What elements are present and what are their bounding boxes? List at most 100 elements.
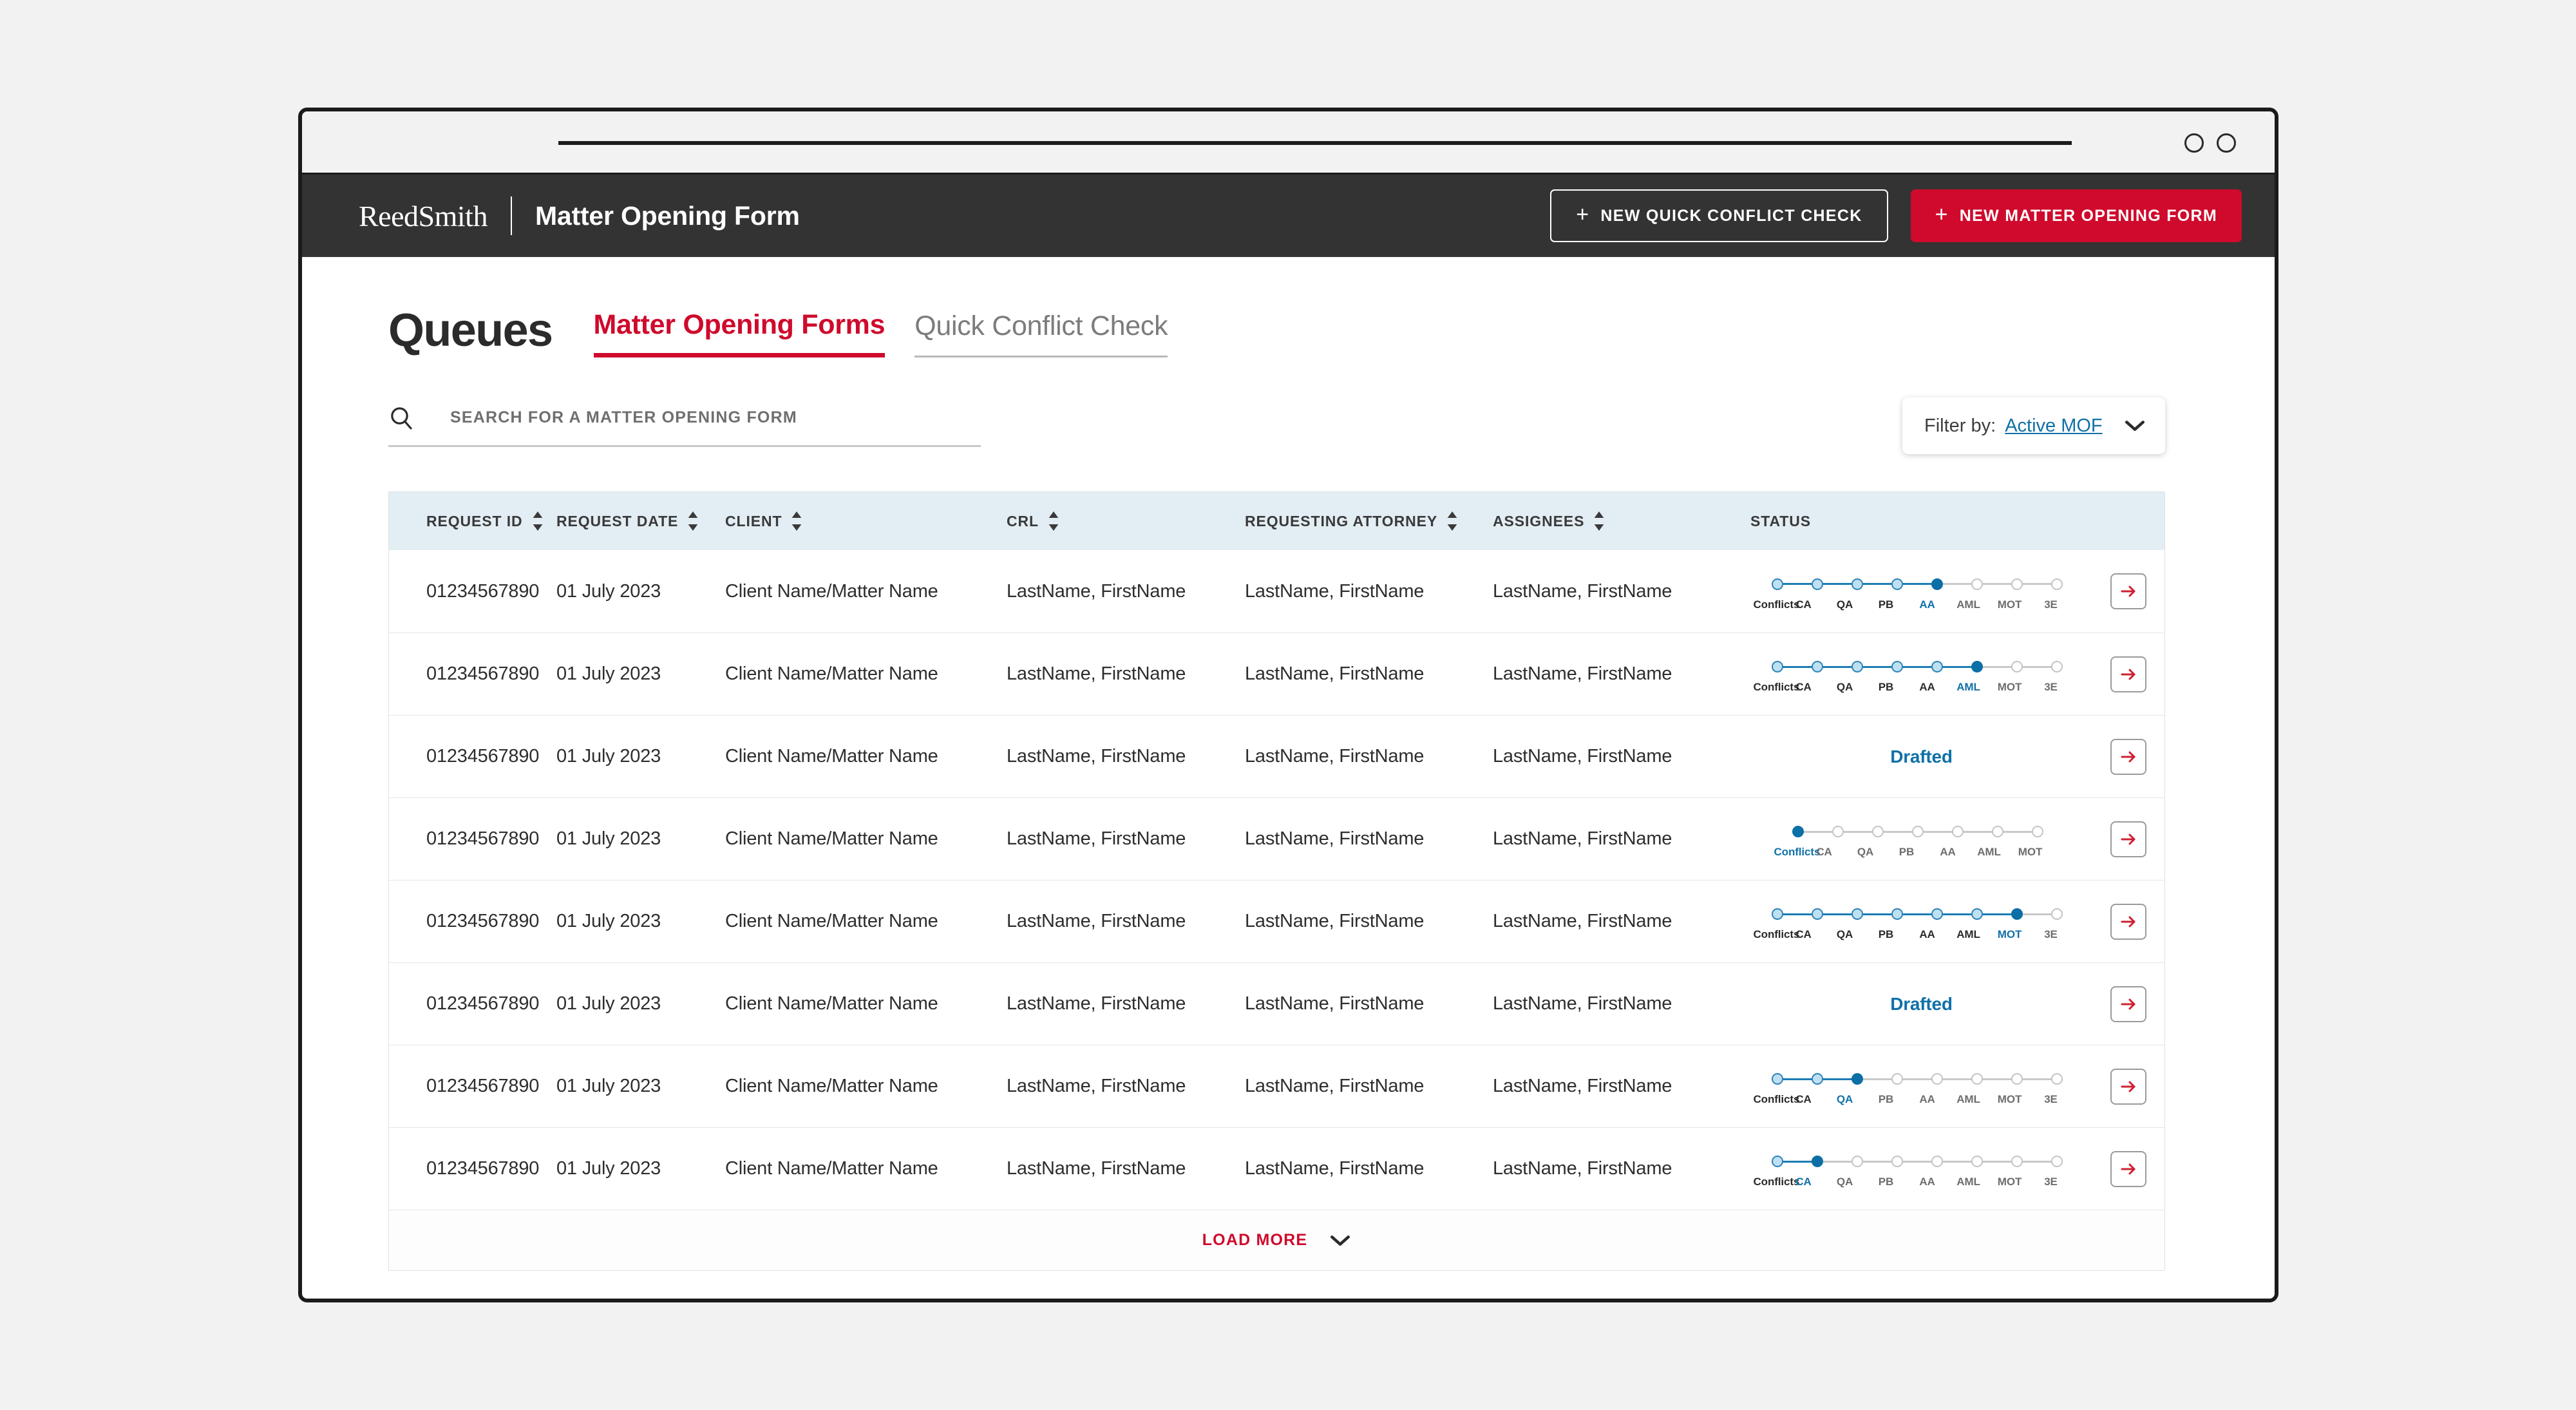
table-row[interactable]: 01234567890 01 July 2023 Client Name/Matte… [389, 633, 2164, 715]
stepper-dot-pb[interactable] [1891, 661, 1903, 672]
stepper-dot-aa[interactable] [1931, 1156, 1943, 1167]
tab-matter-opening-forms[interactable]: Matter Opening Forms [593, 311, 886, 357]
stepper-dot-aa[interactable] [1951, 826, 1964, 837]
window-control-circle-1[interactable] [2184, 133, 2204, 153]
open-row-button[interactable] [2110, 986, 2146, 1022]
stepper-dot-pb[interactable] [1891, 1156, 1903, 1167]
stepper-dot-3e[interactable] [2050, 1073, 2063, 1085]
tab-quick-conflict-check[interactable]: Quick Conflict Check [914, 312, 1168, 357]
table-row[interactable]: 01234567890 01 July 2023 Client Name/Matte… [389, 1045, 2164, 1127]
stepper-dot-aml[interactable] [1971, 1073, 1983, 1085]
stepper-connector [2022, 1078, 2052, 1080]
stepper-dot-3e[interactable] [2050, 578, 2063, 590]
filter-value[interactable]: Active MOF [2005, 415, 2102, 437]
open-row-button[interactable] [2110, 738, 2146, 775]
sort-icon[interactable] [1048, 511, 1059, 531]
sort-icon[interactable] [1593, 511, 1605, 531]
stepper-label-mot: MOT [1997, 928, 2022, 940]
column-header-label: ASSIGNEES [1493, 512, 1585, 529]
column-header-request-id[interactable]: REQUEST ID [389, 511, 556, 531]
column-header-requesting-attorney[interactable]: REQUESTING ATTORNEY [1245, 511, 1493, 531]
stepper-dot-ca[interactable] [1811, 1073, 1823, 1085]
stepper-dot-aa[interactable] [1931, 578, 1943, 590]
sort-icon[interactable] [1446, 511, 1458, 531]
stepper-dot-ca[interactable] [1811, 908, 1823, 920]
stepper-dot-ca[interactable] [1811, 578, 1823, 590]
new-quick-conflict-check-button[interactable]: + NEW QUICK CONFLICT CHECK [1550, 189, 1888, 242]
stepper-dot-3e[interactable] [2050, 1156, 2063, 1167]
table-row[interactable]: 01234567890 01 July 2023 Client Name/Matte… [389, 550, 2164, 633]
stepper-dot-qa[interactable] [1851, 578, 1863, 590]
stepper-dot-aml[interactable] [1971, 661, 1983, 672]
open-row-button[interactable] [2110, 573, 2146, 609]
stepper-dot-qa[interactable] [1851, 1156, 1863, 1167]
stepper-dot-mot[interactable] [2011, 661, 2023, 672]
stepper-dot-3e[interactable] [2050, 661, 2063, 672]
sort-icon[interactable] [532, 511, 544, 531]
open-row-button[interactable] [2110, 1150, 2146, 1187]
stepper-dot-aa[interactable] [1931, 661, 1943, 672]
stepper-dot-aml[interactable] [1991, 826, 2003, 837]
stepper-dot-conflicts[interactable] [1771, 1073, 1783, 1085]
stepper-dot-mot[interactable] [2011, 578, 2023, 590]
stepper-dot-aml[interactable] [1971, 1156, 1983, 1167]
window-control-circle-2[interactable] [2217, 133, 2236, 153]
stepper-dot-pb[interactable] [1891, 1073, 1903, 1085]
stepper-dot-aml[interactable] [1971, 578, 1983, 590]
stepper-label-pb: PB [1878, 681, 1894, 693]
search-input[interactable] [450, 408, 981, 427]
stepper-dot-3e[interactable] [2050, 908, 2063, 920]
stepper-dot-mot[interactable] [2011, 1073, 2023, 1085]
stepper-connector [1782, 1160, 1812, 1163]
open-row-button[interactable] [2110, 656, 2146, 692]
search-box[interactable] [388, 405, 981, 447]
stepper-dot-conflicts[interactable] [1771, 661, 1783, 672]
stepper-dot-conflicts[interactable] [1771, 1156, 1783, 1167]
stepper-dot-mot[interactable] [2011, 908, 2023, 920]
sort-icon[interactable] [791, 511, 802, 531]
column-header-client[interactable]: CLIENT [725, 511, 1007, 531]
stepper-dot-pb[interactable] [1911, 826, 1924, 837]
arrow-right-icon [2121, 751, 2136, 762]
stepper-dot-aa[interactable] [1931, 1073, 1943, 1085]
stepper-label-ca: CA [1795, 1093, 1812, 1105]
table-row[interactable]: 01234567890 01 July 2023 Client Name/Matte… [389, 715, 2164, 797]
stepper-dot-qa[interactable] [1851, 908, 1863, 920]
stepper-dot-aml[interactable] [1971, 908, 1983, 920]
new-matter-opening-form-button[interactable]: + NEW MATTER OPENING FORM [1910, 189, 2242, 242]
stepper-dot-ca[interactable] [1832, 826, 1844, 837]
stepper-dot-conflicts[interactable] [1792, 826, 1804, 837]
stepper-dot-ca[interactable] [1811, 661, 1823, 672]
column-header-request-date[interactable]: REQUEST DATE [556, 511, 725, 531]
stepper-dot-conflicts[interactable] [1771, 908, 1783, 920]
column-header-assignees[interactable]: ASSIGNEES [1493, 511, 1750, 531]
cell-action [2092, 986, 2164, 1022]
table-row[interactable]: 01234567890 01 July 2023 Client Name/Matte… [389, 962, 2164, 1045]
table-row[interactable]: 01234567890 01 July 2023 Client Name/Matte… [389, 1127, 2164, 1210]
table-row[interactable]: 01234567890 01 July 2023 Client Name/Matte… [389, 797, 2164, 880]
open-row-button[interactable] [2110, 1068, 2146, 1105]
cell-requesting-attorney: LastName, FirstName [1245, 1158, 1425, 1179]
arrow-right-icon [2121, 834, 2136, 844]
open-row-button[interactable] [2110, 821, 2146, 857]
filter-by-dropdown[interactable]: Filter by: Active MOF [1902, 397, 2165, 454]
stepper-dot-ca[interactable] [1811, 1156, 1823, 1167]
load-more-button[interactable]: LOAD MORE [389, 1210, 2164, 1270]
address-bar[interactable] [558, 141, 2072, 145]
cell-action [2092, 903, 2164, 940]
stepper-dot-mot[interactable] [2011, 1156, 2023, 1167]
cell-request-date: 01 July 2023 [556, 1158, 661, 1179]
stepper-dot-pb[interactable] [1891, 578, 1903, 590]
stepper-dot-qa[interactable] [1851, 1073, 1863, 1085]
stepper-dot-conflicts[interactable] [1771, 578, 1783, 590]
table-row[interactable]: 01234567890 01 July 2023 Client Name/Matte… [389, 880, 2164, 962]
sort-icon[interactable] [687, 511, 699, 531]
stepper-dot-aa[interactable] [1931, 908, 1943, 920]
stepper-dot-qa[interactable] [1851, 661, 1863, 672]
stepper-connector [1822, 583, 1852, 585]
stepper-dot-pb[interactable] [1891, 908, 1903, 920]
stepper-dot-mot[interactable] [2031, 826, 2043, 837]
open-row-button[interactable] [2110, 903, 2146, 940]
column-header-crl[interactable]: CRL [1007, 511, 1245, 531]
stepper-dot-qa[interactable] [1871, 826, 1884, 837]
